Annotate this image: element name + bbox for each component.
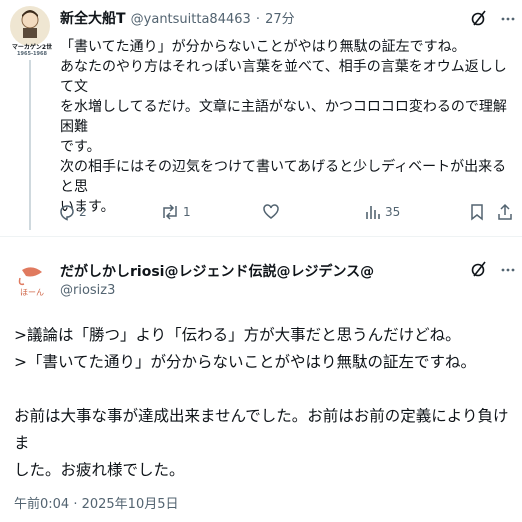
reply-time[interactable]: 27分 <box>265 12 295 27</box>
reply-separator: · <box>255 12 261 27</box>
reply-icon <box>58 203 76 221</box>
grok-icon[interactable] <box>470 9 488 27</box>
reply-header: 新全大船T @yantsuitta84463 · 27分 <box>60 8 295 28</box>
reply-avatar-caption: マーカゲン2世 1965-1968 <box>11 44 53 57</box>
main-text: >議論は「勝つ」より「伝わる」方が大事だと思うんだけどね。 >「書いてた通り」が… <box>14 322 514 484</box>
more-icon[interactable] <box>500 11 516 27</box>
grok-icon[interactable] <box>470 260 488 278</box>
main-avatar-text: ほーん <box>20 288 44 297</box>
main-handle[interactable]: @riosiz3 <box>60 283 115 298</box>
retweet-icon <box>160 203 180 221</box>
views-icon <box>364 203 382 221</box>
views-action[interactable]: 35 <box>364 203 400 221</box>
share-icon[interactable] <box>496 203 514 221</box>
reply-tweet[interactable]: マーカゲン2世 1965-1968 新全大船T @yantsuitta84463… <box>0 0 522 232</box>
retweet-count: 1 <box>183 205 191 219</box>
more-icon[interactable] <box>500 262 516 278</box>
reply-display-name[interactable]: 新全大船T <box>60 11 126 27</box>
reply-line: います。 <box>60 199 115 215</box>
main-display-name[interactable]: だがしかしriosi@レジェンド伝説@レジデンス@ <box>60 261 374 281</box>
reply-line: を水増ししてるだけ。文章に主語がない、かつコロコロ変わるので理解困難 <box>60 99 507 135</box>
reply-line: 「書いてた通り」が分からないことがやはり無駄の証左ですね。 <box>60 39 466 55</box>
thread-line <box>29 60 31 230</box>
bookmark-icon[interactable] <box>469 203 485 221</box>
like-action[interactable] <box>262 203 283 221</box>
views-count: 35 <box>385 205 401 219</box>
retweet-action[interactable]: 1 <box>160 203 191 221</box>
reply-text: 「書いてた通り」が分からないことがやはり無駄の証左ですね。 あなたのやり方はそれ… <box>60 37 515 217</box>
quote-line: >議論は「勝つ」より「伝わる」方が大事だと思うんだけどね。 <box>14 326 461 344</box>
quote-line: >「書いてた通り」が分からないことがやはり無駄の証左ですね。 <box>14 353 477 371</box>
reply-handle[interactable]: @yantsuitta84463 <box>131 12 251 27</box>
main-timestamp[interactable]: 午前0:04 · 2025年10月5日 <box>14 493 179 512</box>
main-line: した。お疲れ様でした。 <box>14 461 185 479</box>
main-tweet: ほーん だがしかしriosi@レジェンド伝説@レジデンス@ @riosiz3 >… <box>0 237 522 522</box>
reply-line: 次の相手にはその辺気をつけて書いてあげると少しディベートが出来ると思 <box>60 159 507 195</box>
like-icon <box>262 203 280 221</box>
main-line: お前は大事な事が達成出来ませんでした。お前はお前の定義により負けま <box>14 407 509 452</box>
reply-count: 2 <box>79 205 87 219</box>
reply-line: です。 <box>60 139 101 155</box>
reply-avatar[interactable] <box>10 6 50 46</box>
reply-line: あなたのやり方はそれっぽい言葉を並べて、相手の言葉をオウム返しして文 <box>60 59 507 95</box>
reply-action[interactable]: 2 <box>58 203 87 221</box>
